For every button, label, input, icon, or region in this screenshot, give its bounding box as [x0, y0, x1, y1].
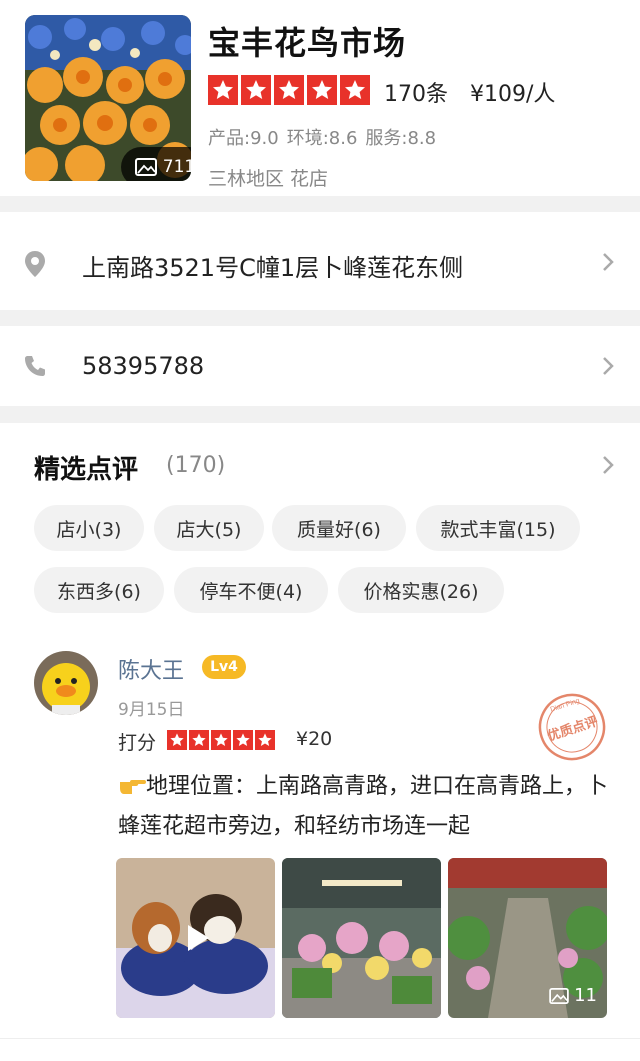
- product-score: 产品:9.0: [208, 128, 279, 149]
- play-icon[interactable]: [179, 921, 213, 955]
- chevron-right-icon[interactable]: [602, 455, 614, 475]
- shop-header: 711 宝丰花鸟市场 170条 ¥109/人 产品:9.0 环境:8.6 服务:8.…: [0, 0, 640, 196]
- pointing-hand-icon: [120, 780, 146, 794]
- address-row[interactable]: 上南路3521号C幢1层卜峰莲花东侧: [0, 212, 640, 310]
- chevron-right-icon: [603, 253, 614, 271]
- image-icon: [134, 158, 157, 176]
- divider: [0, 196, 640, 212]
- review-text: 地理位置：上南路高青路，进口在高青路上，卜蜂莲花超市旁边，和轻纺市场连一起: [118, 774, 609, 839]
- reviews-section: 精选点评 (170) 店小(3) 店大(5) 质量好(6) 款式丰富(15) 东…: [0, 423, 640, 1061]
- review-video-thumb[interactable]: [116, 858, 275, 1018]
- review-date: 9月15日: [118, 700, 185, 720]
- review-photo[interactable]: [282, 858, 441, 1018]
- shop-name: 宝丰花鸟市场: [208, 24, 407, 62]
- average-price: ¥109/人: [470, 82, 556, 107]
- review-tag[interactable]: 款式丰富(15): [416, 505, 580, 551]
- area-label: 三林地区: [208, 168, 285, 190]
- more-photos-badge[interactable]: 11: [549, 985, 597, 1006]
- star-icon: [241, 75, 271, 105]
- review-price: ¥20: [296, 728, 333, 750]
- star-icon: [274, 75, 304, 105]
- divider: [0, 310, 640, 326]
- review-tag[interactable]: 店小(3): [34, 505, 144, 551]
- review-stars: [167, 730, 275, 750]
- reviews-title[interactable]: 精选点评: [34, 449, 138, 486]
- avatar[interactable]: [34, 651, 98, 715]
- stamp-text: 优质点评: [545, 713, 599, 744]
- reviews-count: (170): [166, 453, 226, 478]
- shop-rating-stars: [208, 75, 370, 105]
- phone-row[interactable]: 58395788: [0, 326, 640, 406]
- star-icon: [233, 730, 253, 750]
- more-photos-count: 11: [574, 985, 597, 1006]
- photo-count-badge[interactable]: 711: [121, 147, 191, 181]
- star-icon: [189, 730, 209, 750]
- star-icon: [211, 730, 231, 750]
- duck-avatar-icon: [34, 651, 98, 715]
- level-badge: Lv4: [202, 655, 246, 679]
- category-label: 花店: [290, 168, 329, 190]
- photo-count-text: 711: [162, 157, 191, 177]
- review-tag[interactable]: 店大(5): [154, 505, 264, 551]
- area-category: 三林地区 花店: [208, 164, 334, 191]
- review-tag[interactable]: 价格实惠(26): [338, 567, 504, 613]
- rating-info: 170条 ¥109/人: [384, 76, 555, 108]
- review-tag[interactable]: 东西多(6): [34, 567, 164, 613]
- divider: [0, 1038, 640, 1039]
- reviewer-name[interactable]: 陈大王: [118, 653, 184, 685]
- location-pin-icon: [25, 251, 45, 277]
- divider: [0, 406, 640, 423]
- market-photo: [282, 858, 441, 1018]
- review-tag[interactable]: 质量好(6): [272, 505, 406, 551]
- chevron-right-icon: [603, 357, 614, 375]
- sub-scores: 产品:9.0 环境:8.6 服务:8.8: [208, 124, 444, 150]
- review-count: 170条: [384, 82, 448, 107]
- review-tag[interactable]: 停车不便(4): [174, 567, 328, 613]
- phone-number: 58395788: [82, 352, 205, 380]
- star-icon: [167, 730, 187, 750]
- star-icon: [307, 75, 337, 105]
- review-content[interactable]: 地理位置：上南路高青路，进口在高青路上，卜蜂莲花超市旁边，和轻纺市场连一起: [118, 767, 608, 847]
- shop-cover-photo[interactable]: 711: [25, 15, 191, 181]
- address-text: 上南路3521号C幢1层卜峰莲花东侧: [82, 254, 464, 282]
- star-icon: [340, 75, 370, 105]
- star-icon: [255, 730, 275, 750]
- image-icon: [549, 987, 569, 1004]
- quality-review-stamp-icon: Dian Ping 优质点评: [538, 693, 606, 761]
- score-label: 打分: [118, 732, 157, 754]
- environment-score: 环境:8.6: [286, 128, 358, 149]
- review-photo[interactable]: 11: [448, 858, 607, 1018]
- phone-icon: [25, 356, 45, 376]
- service-score: 服务:8.8: [365, 128, 437, 149]
- star-icon: [208, 75, 238, 105]
